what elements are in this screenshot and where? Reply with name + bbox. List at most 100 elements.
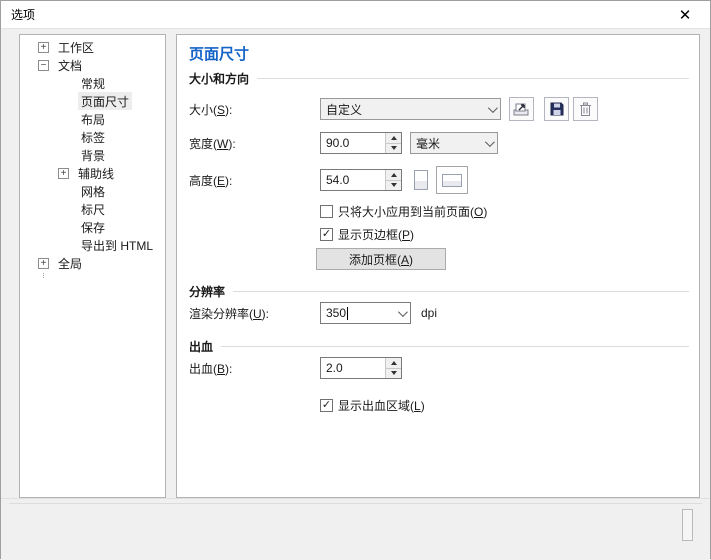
window-title: 选项 [11, 6, 35, 23]
sidebar-item-label-page[interactable]: 标签 [20, 128, 165, 146]
category-tree-panel: + 工作区 − 文档 常规 页面尺寸 布局 标签 背景 + 辅助线 网格 标 [19, 34, 166, 498]
sidebar-item-label: 文档 [55, 56, 85, 75]
sidebar-item-label: 布局 [78, 110, 108, 129]
delete-size-button[interactable] [573, 97, 598, 121]
sidebar-item-export-html[interactable]: 导出到 HTML [20, 236, 165, 254]
show-bleed-area-label: 显示出血区域(L) [338, 397, 425, 414]
section-size-orientation: 大小和方向 [189, 70, 689, 87]
title-bar: 选项 ✕ [1, 1, 710, 29]
sidebar-item-label: 页面尺寸 [78, 92, 132, 111]
size-row: 大小(S): 自定义 [189, 97, 689, 121]
apply-current-page-row: ✓ 只将大小应用到当前页面(O) [320, 203, 689, 220]
show-page-border-checkbox[interactable]: ✓ 显示页边框(P) [320, 226, 414, 243]
landscape-orientation-button[interactable] [436, 166, 468, 194]
render-resolution-row: 渲染分辨率(U): 350 dpi [189, 302, 689, 324]
spin-down-icon[interactable] [386, 143, 401, 154]
checkbox-checked: ✓ [320, 228, 333, 241]
page-title: 页面尺寸 [189, 43, 249, 64]
dialog-bottom-bar [1, 498, 710, 560]
checkbox-checked: ✓ [320, 399, 333, 412]
expand-plus-icon[interactable]: + [58, 168, 69, 179]
show-page-border-label: 显示页边框(P) [338, 226, 414, 243]
spin-up-icon[interactable] [386, 133, 401, 143]
sidebar-item-layout[interactable]: 布局 [20, 110, 165, 128]
spin-up-icon[interactable] [386, 170, 401, 180]
resize-grip[interactable] [682, 509, 693, 541]
sidebar-item-grid[interactable]: 网格 [20, 182, 165, 200]
section-divider [257, 78, 689, 79]
unit-select[interactable]: 毫米 [410, 132, 498, 154]
height-stepper[interactable]: 54.0 [320, 169, 402, 191]
chevron-down-icon [479, 140, 497, 147]
sidebar-item-label: 导出到 HTML [78, 236, 156, 255]
height-label: 高度(E): [189, 172, 320, 189]
portrait-page-icon [415, 181, 427, 189]
section-resolution: 分辨率 [189, 283, 689, 300]
bleed-stepper[interactable]: 2.0 [320, 357, 402, 379]
sidebar-item-guidelines[interactable]: + 辅助线 [20, 164, 165, 182]
apply-current-page-label: 只将大小应用到当前页面(O) [338, 203, 487, 220]
sidebar-item-label: 工作区 [55, 38, 97, 57]
spin-buttons [385, 170, 401, 190]
show-bleed-area-row: ✓ 显示出血区域(L) [320, 397, 689, 414]
sidebar-item-label: 标尺 [78, 200, 108, 219]
get-size-from-printer-button[interactable] [509, 97, 534, 121]
bleed-row: 出血(B): 2.0 [189, 357, 689, 379]
save-icon [550, 102, 564, 116]
chevron-down-icon [392, 310, 410, 317]
spin-up-icon[interactable] [386, 358, 401, 368]
divider [9, 503, 702, 504]
sidebar-item-label: 背景 [78, 146, 108, 165]
section-bleed: 出血 [189, 338, 689, 355]
spin-buttons [385, 133, 401, 153]
show-bleed-area-checkbox[interactable]: ✓ 显示出血区域(L) [320, 397, 425, 414]
save-size-button[interactable] [544, 97, 569, 121]
spin-down-icon[interactable] [386, 368, 401, 379]
sidebar-item-page-size[interactable]: 页面尺寸 [20, 92, 165, 110]
checkbox-unchecked: ✓ [320, 205, 333, 218]
expand-plus-icon[interactable]: + [38, 258, 49, 269]
spin-down-icon[interactable] [386, 180, 401, 191]
printer-icon [513, 101, 530, 117]
bleed-label: 出血(B): [189, 360, 320, 377]
apply-current-page-checkbox[interactable]: ✓ 只将大小应用到当前页面(O) [320, 203, 487, 220]
landscape-page-icon [442, 174, 462, 187]
sidebar-item-workspace[interactable]: + 工作区 [20, 38, 165, 56]
sidebar-item-label: 保存 [78, 218, 108, 237]
trash-icon [579, 102, 592, 117]
options-dialog: { "window": { "title": "选项", "close_glyp… [0, 0, 711, 559]
sidebar-item-label: 网格 [78, 182, 108, 201]
portrait-orientation-button[interactable] [414, 170, 428, 190]
category-tree: + 工作区 − 文档 常规 页面尺寸 布局 标签 背景 + 辅助线 网格 标 [20, 38, 165, 272]
close-icon[interactable]: ✕ [668, 3, 702, 27]
chevron-down-icon [482, 106, 500, 113]
dpi-unit-label: dpi [421, 306, 437, 320]
sidebar-item-general[interactable]: 常规 [20, 74, 165, 92]
width-stepper[interactable]: 90.0 [320, 132, 402, 154]
sidebar-item-save[interactable]: 保存 [20, 218, 165, 236]
spin-buttons [385, 358, 401, 378]
size-label: 大小(S): [189, 101, 320, 118]
sidebar-item-document[interactable]: − 文档 [20, 56, 165, 74]
size-select[interactable]: 自定义 [320, 98, 501, 120]
expand-plus-icon[interactable]: + [38, 42, 49, 53]
width-label: 宽度(W): [189, 135, 320, 152]
page-size-settings-panel: 页面尺寸 大小和方向 大小(S): 自定义 [176, 34, 700, 498]
add-page-frame-button[interactable]: 添加页框(A) [316, 248, 446, 270]
add-page-frame-row: 添加页框(A) [316, 248, 689, 270]
render-resolution-label: 渲染分辨率(U): [189, 305, 320, 322]
sidebar-item-label: 辅助线 [75, 164, 117, 183]
collapse-minus-icon[interactable]: − [38, 60, 49, 71]
sidebar-item-label: 常规 [78, 74, 108, 93]
sidebar-item-global[interactable]: + 全局 [20, 254, 165, 272]
sidebar-item-label: 标签 [78, 128, 108, 147]
sidebar-item-background[interactable]: 背景 [20, 146, 165, 164]
width-row: 宽度(W): 90.0 毫米 [189, 132, 689, 154]
sidebar-item-label: 全局 [55, 254, 85, 273]
render-resolution-input[interactable]: 350 [320, 302, 411, 324]
section-divider [221, 346, 689, 347]
sidebar-item-rulers[interactable]: 标尺 [20, 200, 165, 218]
show-page-border-row: ✓ 显示页边框(P) [320, 226, 689, 243]
section-divider [233, 291, 689, 292]
height-row: 高度(E): 54.0 [189, 166, 689, 194]
